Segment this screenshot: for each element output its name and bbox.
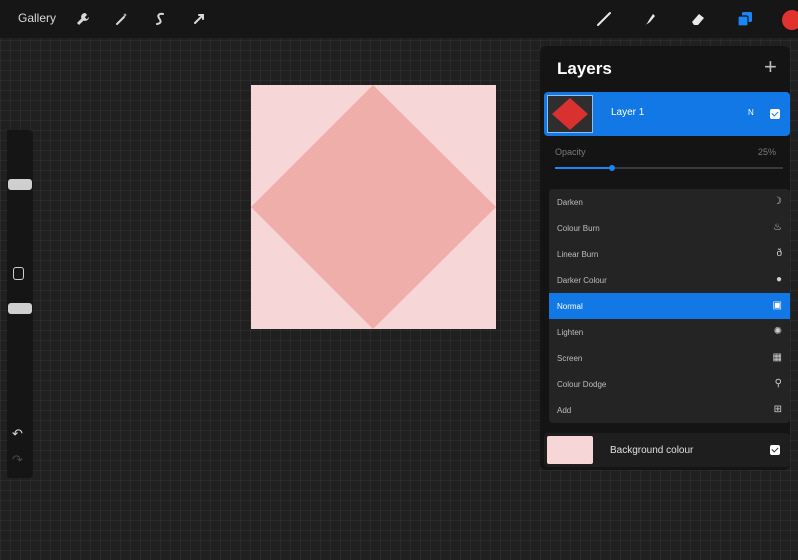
blend-mode-label: Colour Dodge [557, 380, 607, 389]
undo-icon[interactable]: ↶ [12, 426, 23, 442]
top-toolbar: Gallery [0, 0, 798, 38]
background-colour-label: Background colour [610, 445, 694, 456]
opacity-slider-knob[interactable] [609, 165, 615, 171]
modify-button[interactable] [13, 267, 24, 280]
layer-row-layer-1[interactable]: Layer 1 N [544, 92, 790, 136]
blend-mode-lighten[interactable]: Lighten ✺ [549, 319, 790, 345]
gallery-button[interactable]: Gallery [18, 11, 56, 25]
layer-opacity-slider[interactable] [555, 165, 783, 171]
opacity-slider-fill [555, 167, 612, 169]
blend-mode-label: Darken [557, 198, 583, 207]
blend-mode-linear-burn[interactable]: Linear Burn ð [549, 241, 790, 267]
dodge-icon: ⚲ [774, 378, 782, 389]
diamond-shape [251, 85, 496, 329]
blend-mode-screen[interactable]: Screen ▦ [549, 345, 790, 371]
drawing-canvas[interactable] [251, 85, 496, 329]
background-colour-row[interactable]: Background colour [544, 433, 790, 467]
blend-mode-normal[interactable]: Normal ▣ [549, 293, 790, 319]
blend-mode-darker-colour[interactable]: Darker Colour ● [549, 267, 790, 293]
opacity-label: Opacity [555, 147, 586, 157]
layer-visibility-checkbox[interactable] [770, 109, 780, 119]
blend-mode-colour-burn[interactable]: Colour Burn ♨ [549, 215, 790, 241]
fire-icon: ð [776, 248, 782, 259]
layers-icon[interactable] [737, 11, 753, 27]
screen-grid-icon: ▦ [772, 352, 782, 363]
blend-mode-label: Screen [557, 354, 583, 363]
blend-mode-list: Darken ☽ Colour Burn ♨ Linear Burn ð Darker Co… [549, 189, 790, 423]
normal-square-icon: ▣ [772, 300, 782, 311]
color-picker-button[interactable] [782, 10, 798, 30]
add-square-icon: ⊞ [773, 404, 782, 415]
brush-icon[interactable] [596, 11, 612, 27]
blend-mode-label: Linear Burn [557, 250, 599, 259]
redo-icon[interactable]: ↷ [12, 452, 23, 468]
layer-name: Layer 1 [611, 107, 645, 118]
selection-icon[interactable] [152, 11, 168, 27]
add-layer-button[interactable]: + [764, 56, 777, 78]
transform-icon[interactable] [191, 11, 207, 27]
brush-size-thumb[interactable] [8, 179, 32, 190]
sun-icon: ✺ [773, 326, 782, 337]
blend-mode-label: Darker Colour [557, 276, 607, 285]
blend-mode-colour-dodge[interactable]: Colour Dodge ⚲ [549, 371, 790, 397]
flame-icon: ♨ [773, 222, 782, 233]
layers-panel: Layers + Layer 1 N Opacity 25% Darken ☽ Co… [540, 46, 790, 470]
layers-title: Layers [557, 59, 612, 78]
opacity-thumb[interactable] [8, 303, 32, 314]
eraser-icon[interactable] [690, 11, 706, 27]
layer-blend-mode-button[interactable]: N [748, 108, 754, 117]
opacity-value: 25% [758, 147, 777, 157]
wrench-icon[interactable] [75, 11, 91, 27]
magic-wand-icon[interactable] [114, 11, 130, 27]
moon-icon: ☽ [773, 196, 782, 207]
circle-dot-icon: ● [775, 274, 782, 285]
blend-mode-label: Add [557, 406, 572, 415]
brush-size-slider[interactable] [7, 148, 33, 248]
blend-mode-label: Normal [557, 302, 583, 311]
blend-mode-label: Lighten [557, 328, 584, 337]
blend-mode-darken[interactable]: Darken ☽ [549, 189, 790, 215]
opacity-slider[interactable] [7, 290, 33, 400]
background-colour-swatch[interactable] [547, 436, 593, 464]
left-sidebar: ↶ ↷ [7, 130, 33, 478]
background-visibility-checkbox[interactable] [770, 445, 780, 455]
smudge-icon[interactable] [642, 11, 658, 27]
blend-mode-label: Colour Burn [557, 224, 600, 233]
blend-mode-add[interactable]: Add ⊞ [549, 397, 790, 423]
layer-thumbnail [547, 95, 593, 133]
